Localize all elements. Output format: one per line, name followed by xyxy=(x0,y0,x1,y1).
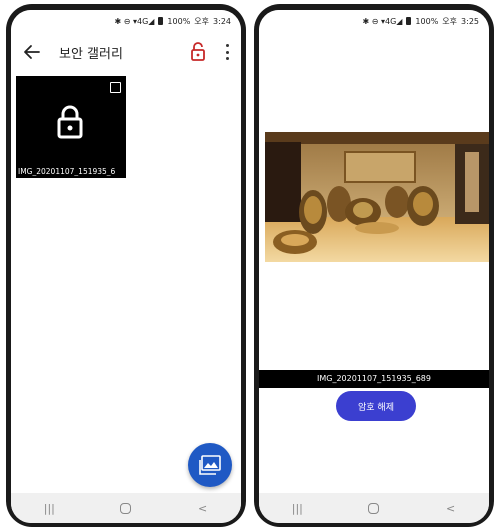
nav-back-button[interactable]: < xyxy=(183,502,223,515)
secure-gallery-screen: ✱ ⊖ ▾4G◢ 100% 오후 3:24 보안 갤러리 IMG_2020110… xyxy=(11,10,241,523)
status-time: 3:24 xyxy=(213,16,231,26)
home-icon xyxy=(120,503,132,514)
more-options-button[interactable] xyxy=(221,42,233,62)
status-bar: ✱ ⊖ ▾4G◢ 100% 오후 3:24 xyxy=(11,10,241,32)
system-nav-bar: ||| < xyxy=(259,493,489,523)
decrypted-photo xyxy=(265,132,489,262)
filename-label: IMG_20201107_151935_689 xyxy=(259,370,489,388)
status-icons: ✱ ⊖ ▾4G◢ xyxy=(114,16,155,26)
phone-right: ✱ ⊖ ▾4G◢ 100% 오후 3:25 IMG_20201107_15193… xyxy=(254,4,494,527)
phone-left: ✱ ⊖ ▾4G◢ 100% 오후 3:24 보안 갤러리 IMG_2020110… xyxy=(6,4,246,527)
lock-icon xyxy=(57,105,83,139)
unlock-button[interactable] xyxy=(187,40,209,62)
arrow-left-icon xyxy=(24,45,40,59)
more-vert-icon xyxy=(225,44,229,47)
home-button[interactable] xyxy=(106,502,146,515)
gallery-item-label: IMG_20201107_151935_6 xyxy=(18,167,116,176)
recents-button[interactable]: ||| xyxy=(29,502,69,515)
room-photo xyxy=(265,132,489,262)
decrypt-button[interactable]: 암호 해제 xyxy=(336,391,416,421)
nav-back-button[interactable]: < xyxy=(431,502,471,515)
image-viewer-screen: ✱ ⊖ ▾4G◢ 100% 오후 3:25 IMG_20201107_15193… xyxy=(259,10,489,523)
status-icons: ✱ ⊖ ▾4G◢ xyxy=(362,16,403,26)
app-toolbar: 보안 갤러리 xyxy=(11,32,241,72)
page-title: 보안 갤러리 xyxy=(59,47,123,62)
gallery-item[interactable]: IMG_20201107_151935_6 xyxy=(16,76,126,178)
battery-icon xyxy=(406,17,412,25)
home-icon xyxy=(368,503,380,514)
select-checkbox[interactable] xyxy=(110,82,121,93)
time-ampm: 오후 xyxy=(194,16,210,26)
battery-icon xyxy=(158,17,164,25)
status-time: 3:25 xyxy=(461,16,479,26)
home-button[interactable] xyxy=(354,502,394,515)
battery-level: 100% xyxy=(415,16,439,26)
lock-open-icon xyxy=(191,42,205,61)
battery-level: 100% xyxy=(167,16,191,26)
back-button[interactable] xyxy=(21,41,43,63)
recents-button[interactable]: ||| xyxy=(277,502,317,515)
add-image-fab[interactable] xyxy=(188,443,232,487)
time-ampm: 오후 xyxy=(442,16,458,26)
status-bar: ✱ ⊖ ▾4G◢ 100% 오후 3:25 xyxy=(259,10,489,32)
image-icon xyxy=(199,455,221,475)
system-nav-bar: ||| < xyxy=(11,493,241,523)
